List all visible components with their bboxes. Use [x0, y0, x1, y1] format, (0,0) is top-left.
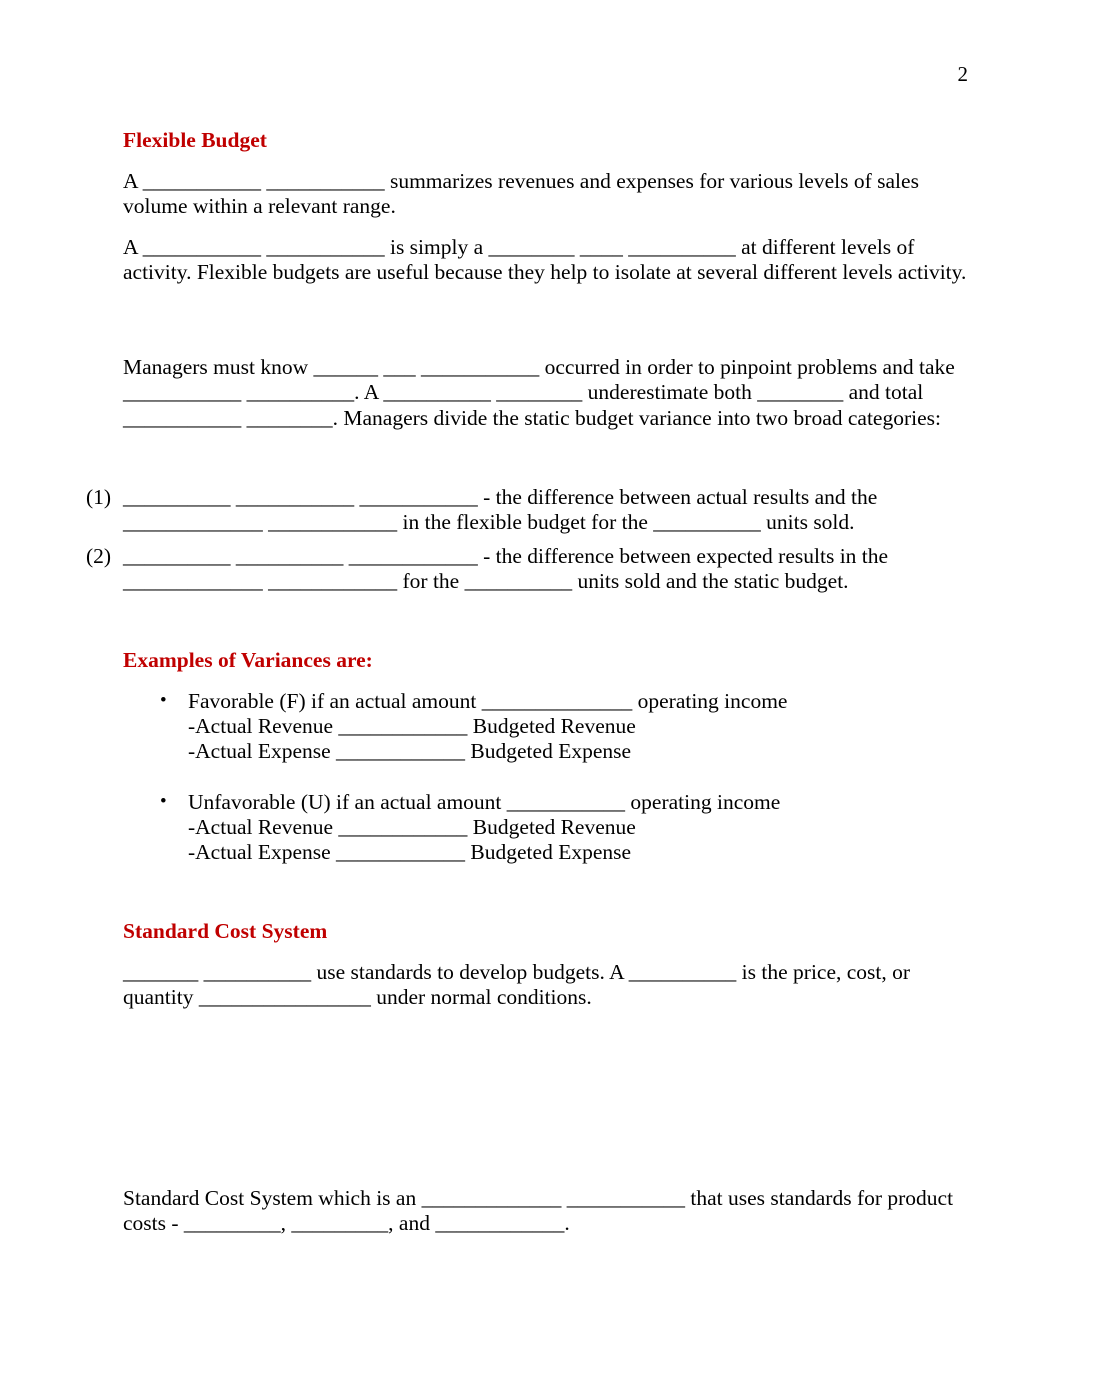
section-heading-examples-of-variances: Examples of Variances are: [123, 648, 373, 673]
spacer-before-standard-cost [123, 865, 968, 919]
variance-favorable-main: Favorable (F) if an actual amount ______… [188, 688, 788, 713]
section-heading-flexible-budget: Flexible Budget [123, 128, 267, 152]
flexible-budget-paragraph-3: Managers must know ______ ___ __________… [123, 355, 955, 430]
spacer-before-variances [123, 594, 968, 648]
bullet-icon: • [160, 689, 167, 711]
section-heading-standard-cost-system: Standard Cost System [123, 919, 328, 944]
list-item: • Favorable (F) if an actual amount ____… [123, 689, 968, 764]
flexible-budget-paragraph-2: A ___________ ___________ is simply a __… [123, 235, 967, 285]
flexible-budget-paragraph-1: A ___________ ___________ summarizes rev… [123, 168, 919, 218]
page-content: Flexible Budget A ___________ __________… [86, 128, 968, 1237]
list-item: (2) __________ __________ ____________ -… [86, 544, 968, 594]
standard-cost-paragraph-1: _______ __________ use standards to deve… [123, 959, 911, 1010]
document-page: 2 Flexible Budget A ___________ ________… [0, 0, 1101, 1376]
variance-unfavorable-main: Unfavorable (U) if an actual amount ____… [188, 790, 781, 815]
list-item-text: __________ __________ ____________ - the… [123, 543, 889, 594]
variance-favorable-revenue: -Actual Revenue ____________ Budgeted Re… [188, 714, 636, 739]
spacer-after-paragraph-2 [123, 301, 968, 355]
standard-cost-paragraph-2: Standard Cost System which is an _______… [123, 1186, 954, 1236]
list-item: (1) __________ ___________ ___________ -… [86, 485, 968, 535]
bullet-icon: • [160, 791, 167, 813]
variance-favorable-expense: -Actual Expense ____________ Budgeted Ex… [188, 739, 632, 764]
variance-examples-list: • Favorable (F) if an actual amount ____… [123, 689, 968, 865]
list-item: • Unfavorable (U) if an actual amount __… [123, 790, 968, 865]
list-item-marker: (1) [86, 484, 112, 509]
variance-unfavorable-expense: -Actual Expense ____________ Budgeted Ex… [188, 840, 632, 865]
spacer-before-final-paragraph [123, 1010, 968, 1186]
list-item-marker: (2) [86, 543, 112, 568]
variance-unfavorable-revenue: -Actual Revenue ____________ Budgeted Re… [188, 815, 636, 840]
spacer-before-numbered-list [123, 431, 968, 485]
page-number: 2 [957, 62, 969, 86]
budget-variance-categories-list: (1) __________ ___________ ___________ -… [86, 485, 968, 595]
list-item-text: __________ ___________ ___________ - the… [123, 484, 878, 534]
